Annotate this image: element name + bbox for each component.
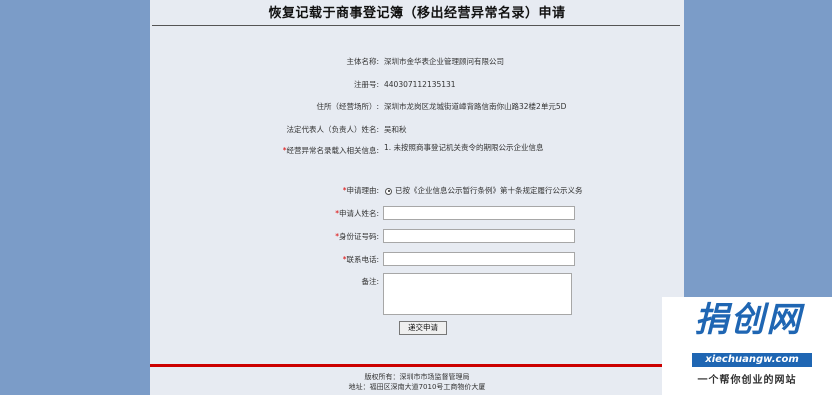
address-label: 住所（经营场所）: [316, 102, 379, 111]
watermark-logo: 捐创网 xiechuangw.com 一个帮你创业的网站 [662, 297, 832, 395]
abnormal-info-label: *经营异常名录载入相关信息: [282, 146, 379, 155]
id-number-label: *身份证号码: [335, 232, 379, 241]
reason-option[interactable]: 已按《企业信息公示暂行条例》第十条规定履行公示义务 [385, 186, 583, 196]
reason-label: *申请理由: [342, 186, 379, 195]
applicant-name-label: *申请人姓名: [335, 209, 379, 218]
title-divider [152, 25, 680, 26]
id-number-input[interactable] [383, 229, 575, 243]
footer-copyright: 版权所有：深圳市市场监督管理局 [364, 373, 470, 381]
remark-label: 备注: [361, 277, 379, 286]
footer-divider [150, 364, 684, 367]
legal-rep-value: 吴和秋 [384, 125, 407, 134]
footer-address: 地址：福田区深南大道7010号工商物价大厦 [348, 383, 486, 391]
submit-button[interactable]: 递交申请 [399, 321, 447, 335]
remark-textarea[interactable] [383, 273, 572, 315]
reg-number-label: 注册号: [353, 80, 379, 89]
reg-number-value: 440307112135131 [384, 80, 456, 89]
watermark-slogan: 一个帮你创业的网站 [697, 375, 797, 386]
legal-rep-label: 法定代表人（负责人）姓名: [286, 125, 379, 134]
page-title: 恢复记载于商事登记簿（移出经营异常名录）申请 [268, 6, 566, 21]
phone-input[interactable] [383, 252, 575, 266]
company-name-label: 主体名称: [346, 57, 379, 66]
company-name-value: 深圳市金华表企业管理顾问有限公司 [384, 57, 504, 66]
watermark-brand: 捐创网 [694, 300, 803, 340]
applicant-name-input[interactable] [383, 206, 575, 220]
main-panel: 恢复记载于商事登记簿（移出经营异常名录）申请 主体名称: 深圳市金华表企业管理顾… [150, 0, 684, 395]
address-value: 深圳市龙岗区龙城街道嶂背路信南你山路32楼2单元5D [384, 102, 567, 111]
reason-option-text: 已按《企业信息公示暂行条例》第十条规定履行公示义务 [395, 186, 583, 195]
abnormal-info-value: 1. 未按照商事登记机关责令的期限公示企业信息 [384, 143, 544, 152]
phone-label: *联系电话: [342, 255, 379, 264]
reason-radio[interactable] [385, 187, 392, 195]
watermark-url: xiechuangw.com [692, 353, 812, 367]
